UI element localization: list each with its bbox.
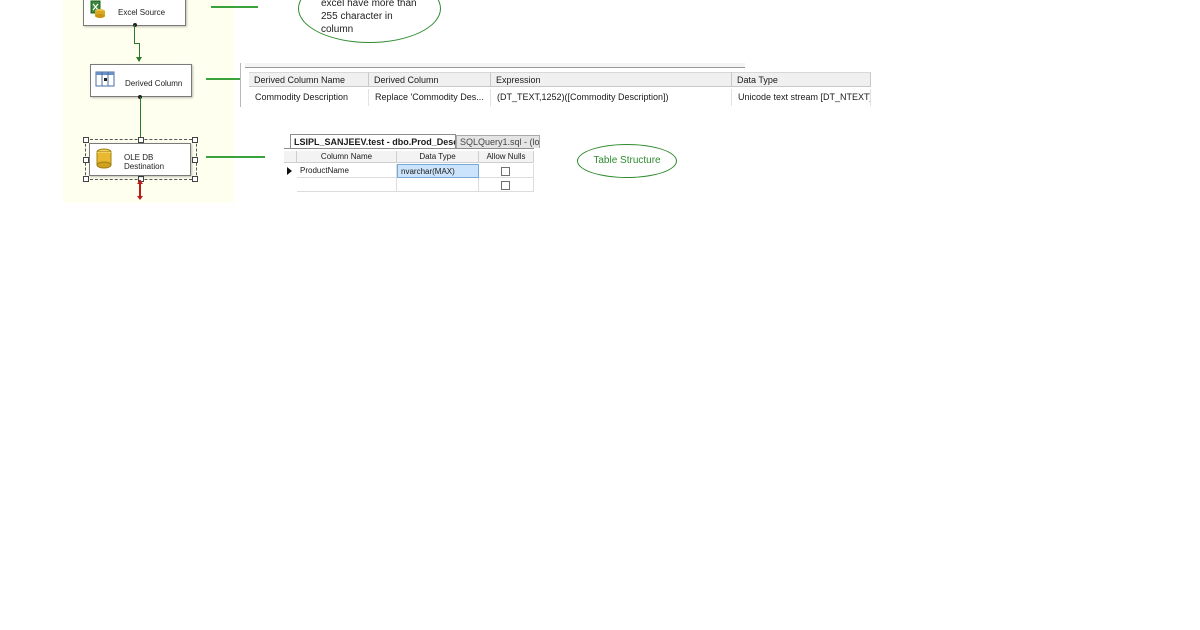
header-column-name[interactable]: Column Name (297, 151, 397, 163)
flow-arrow-icon (136, 57, 142, 62)
excel-note-line3: column (321, 24, 354, 35)
current-row-arrow-icon (287, 167, 292, 175)
grid-header-derived-column-name[interactable]: Derived Column Name (249, 72, 369, 87)
error-arrow-down-icon (137, 196, 143, 200)
error-arrow-up-icon (137, 180, 143, 184)
callout-pointer-line (206, 78, 240, 80)
table-structure-label: Table Structure (593, 155, 661, 166)
grid-scrollbar[interactable] (245, 63, 745, 68)
allow-nulls-checkbox[interactable] (501, 167, 510, 176)
grid-cell-expression[interactable]: (DT_TEXT,1252)([Commodity Description]) (491, 89, 732, 106)
callout-pointer-line (211, 6, 258, 8)
empty-column-name-cell[interactable] (297, 178, 397, 192)
flow-path-segment[interactable] (140, 97, 141, 139)
header-allow-nulls[interactable]: Allow Nulls (479, 151, 534, 163)
ole-db-destination-task[interactable]: OLE DB Destination (89, 143, 191, 176)
tab-prod-descr[interactable]: LSIPL_SANJEEV.test - dbo.Prod_Descr (290, 134, 456, 148)
header-data-type[interactable]: Data Type (397, 151, 479, 163)
callout-pointer-line (206, 156, 265, 158)
derived-column-icon (95, 70, 115, 88)
flow-path-segment[interactable] (134, 25, 135, 43)
table-designer[interactable]: LSIPL_SANJEEV.test - dbo.Prod_Descr SQLQ… (284, 134, 540, 195)
tab-sqlquery1[interactable]: SQLQuery1.sql - (loc (456, 135, 540, 148)
selection-handle[interactable] (192, 176, 198, 182)
ole-db-label-line2: Destination (124, 162, 165, 171)
data-type-cell[interactable]: nvarchar(MAX) (397, 164, 479, 178)
excel-source-icon (90, 0, 106, 18)
derived-column-label: Derived Column (125, 79, 183, 88)
empty-data-type-cell[interactable] (397, 178, 479, 192)
excel-source-label: Excel Source (118, 8, 166, 17)
grid-header-expression[interactable]: Expression (491, 72, 732, 87)
row-header-corner (284, 151, 297, 163)
database-icon (95, 148, 113, 170)
excel-note-callout: excel have more than 255 character in co… (298, 0, 441, 43)
excel-note-line2: 255 character in (321, 11, 393, 22)
selection-handle[interactable] (192, 137, 198, 143)
grid-cell-data-type[interactable]: Unicode text stream [DT_NTEXT] (732, 89, 871, 106)
grid-header-derived-column[interactable]: Derived Column (369, 72, 491, 87)
grid-header-data-type[interactable]: Data Type (732, 72, 871, 87)
selection-handle[interactable] (192, 157, 198, 163)
column-name-cell[interactable]: ProductName (297, 164, 397, 178)
grid-cell-derived-column-name[interactable]: Commodity Description (249, 89, 369, 106)
allow-nulls-checkbox-empty[interactable] (501, 181, 510, 190)
table-structure-callout: Table Structure (577, 144, 677, 178)
derived-column-grid[interactable]: Derived Column Name Derived Column Expre… (240, 63, 871, 107)
ole-db-label-line1: OLE DB (124, 153, 154, 162)
selection-handle[interactable] (83, 176, 89, 182)
table-designer-grid[interactable]: Column Name Data Type Allow Nulls Produc… (284, 148, 534, 195)
data-flow-canvas[interactable]: Excel Source Derived Column OLE DB Desti… (63, 0, 234, 203)
grid-cell-derived-column[interactable]: Replace 'Commodity Des... (369, 89, 491, 106)
derived-column-task[interactable]: Derived Column (90, 64, 192, 97)
excel-note-line1: excel have more than (321, 0, 417, 9)
